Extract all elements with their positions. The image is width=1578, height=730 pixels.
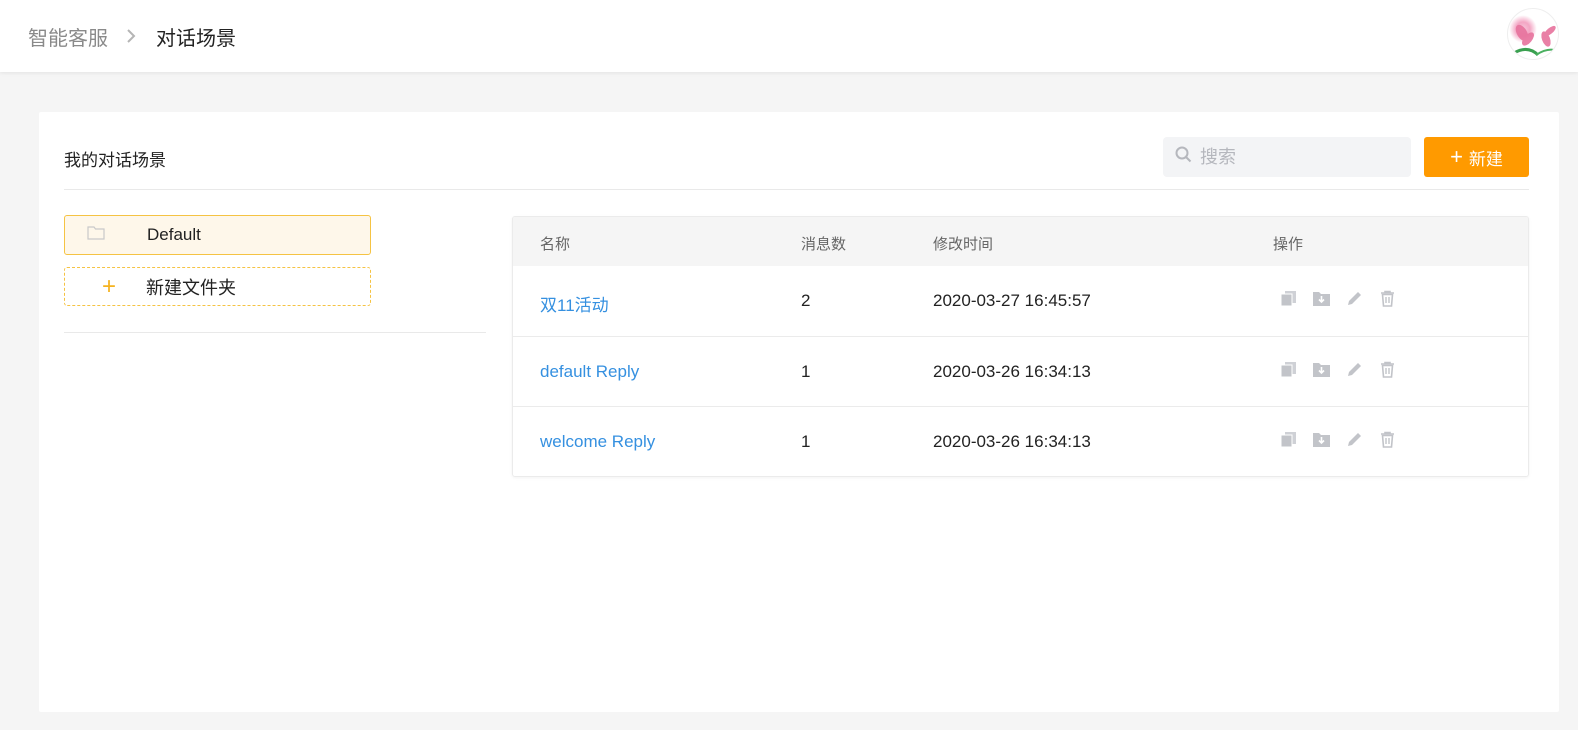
table-row: welcome Reply 1 2020-03-26 16:34:13 bbox=[513, 406, 1528, 476]
row-actions bbox=[1279, 430, 1397, 449]
copy-icon[interactable] bbox=[1279, 289, 1298, 308]
search-input[interactable] bbox=[1200, 146, 1400, 168]
column-header-name: 名称 bbox=[540, 236, 571, 253]
column-header-count: 消息数 bbox=[801, 236, 847, 253]
scene-name-link[interactable]: 双11活动 bbox=[540, 291, 609, 316]
avatar[interactable] bbox=[1507, 8, 1559, 60]
modified-time: 2020-03-26 16:34:13 bbox=[933, 362, 1091, 381]
scenes-table: 名称 消息数 修改时间 操作 双11活动 2 2020-03-27 16:45:… bbox=[512, 216, 1529, 477]
new-folder-label: 新建文件夹 bbox=[146, 277, 237, 298]
edit-icon[interactable] bbox=[1345, 360, 1364, 379]
scene-name-link[interactable]: welcome Reply bbox=[540, 432, 655, 452]
move-to-folder-icon[interactable] bbox=[1312, 289, 1331, 308]
message-count: 1 bbox=[801, 362, 811, 381]
column-header-actions: 操作 bbox=[1273, 236, 1304, 253]
copy-icon[interactable] bbox=[1279, 360, 1298, 379]
delete-icon[interactable] bbox=[1378, 289, 1397, 308]
search-icon bbox=[1175, 146, 1192, 168]
card-title: 我的对话场景 bbox=[64, 151, 166, 170]
column-header-modified: 修改时间 bbox=[933, 236, 994, 253]
delete-icon[interactable] bbox=[1378, 360, 1397, 379]
delete-icon[interactable] bbox=[1378, 430, 1397, 449]
chevron-right-icon bbox=[126, 28, 136, 44]
search-box[interactable] bbox=[1163, 137, 1411, 177]
table-header: 名称 消息数 修改时间 操作 bbox=[513, 217, 1528, 266]
modified-time: 2020-03-26 16:34:13 bbox=[933, 432, 1091, 451]
message-count: 2 bbox=[801, 291, 811, 310]
divider bbox=[64, 332, 486, 333]
breadcrumb: 智能客服 对话场景 bbox=[28, 22, 236, 51]
top-bar: 智能客服 对话场景 bbox=[0, 0, 1578, 72]
plus-icon: + bbox=[1450, 144, 1463, 169]
table-row: 双11活动 2 2020-03-27 16:45:57 bbox=[513, 266, 1528, 336]
folder-label: Default bbox=[147, 225, 201, 244]
row-actions bbox=[1279, 289, 1397, 308]
message-count: 1 bbox=[801, 432, 811, 451]
plus-icon: + bbox=[102, 272, 117, 300]
breadcrumb-root[interactable]: 智能客服 bbox=[28, 22, 108, 51]
edit-icon[interactable] bbox=[1345, 430, 1364, 449]
divider bbox=[64, 189, 1529, 190]
scenes-card: 我的对话场景 + 新建 Default + 新建文件夹 名称 消息数 修改时间 … bbox=[39, 112, 1559, 712]
move-to-folder-icon[interactable] bbox=[1312, 360, 1331, 379]
folder-icon bbox=[87, 225, 105, 245]
row-actions bbox=[1279, 360, 1397, 379]
edit-icon[interactable] bbox=[1345, 289, 1364, 308]
copy-icon[interactable] bbox=[1279, 430, 1298, 449]
new-folder-button[interactable]: + 新建文件夹 bbox=[64, 267, 371, 306]
modified-time: 2020-03-27 16:45:57 bbox=[933, 291, 1091, 310]
table-row: default Reply 1 2020-03-26 16:34:13 bbox=[513, 336, 1528, 406]
new-scene-button[interactable]: + 新建 bbox=[1424, 137, 1529, 177]
folder-item-default[interactable]: Default bbox=[64, 215, 371, 255]
breadcrumb-current: 对话场景 bbox=[156, 27, 236, 50]
move-to-folder-icon[interactable] bbox=[1312, 430, 1331, 449]
new-button-label: 新建 bbox=[1468, 149, 1503, 169]
scene-name-link[interactable]: default Reply bbox=[540, 362, 639, 382]
